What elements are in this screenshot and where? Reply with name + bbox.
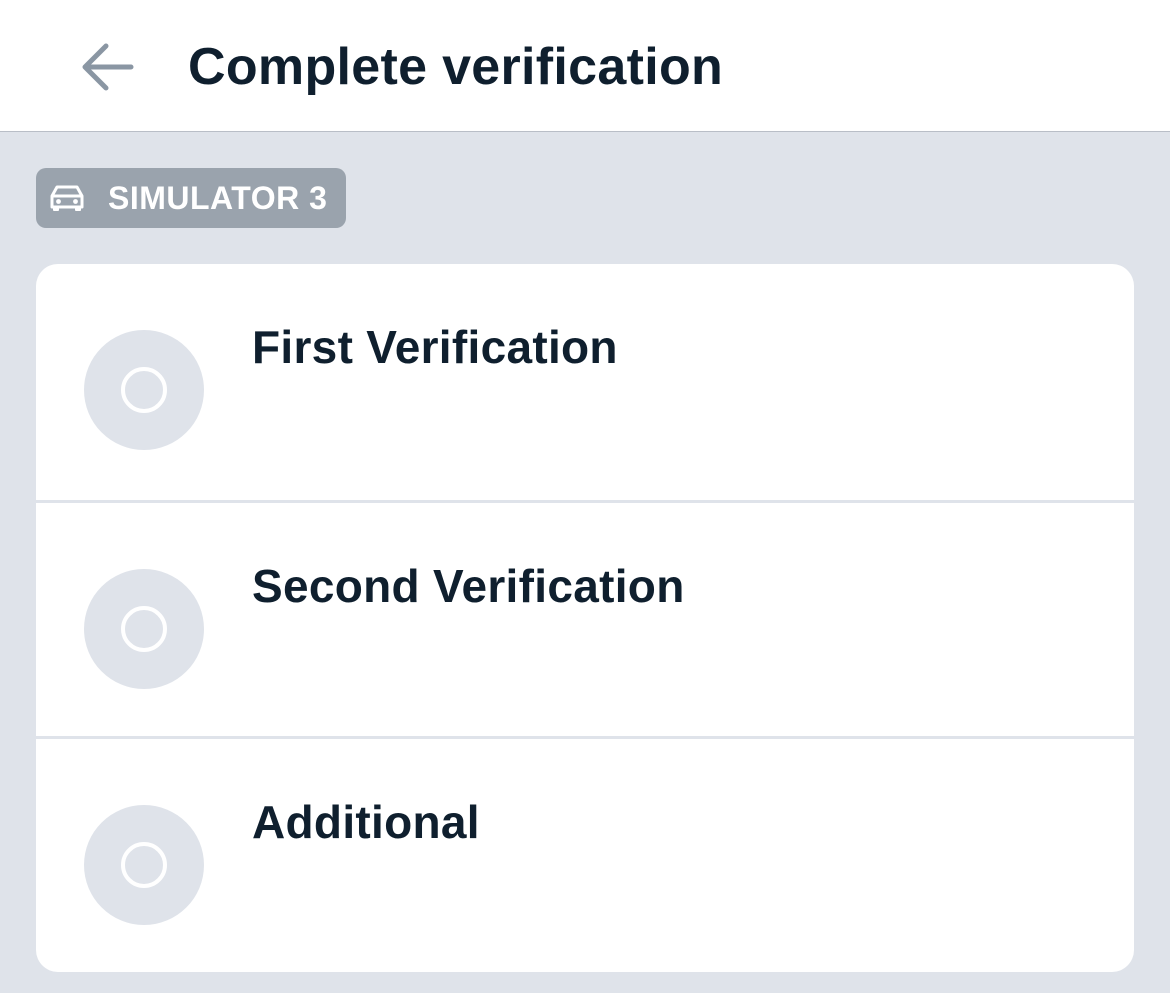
back-button[interactable]: [72, 34, 142, 100]
empty-circle-icon: [121, 842, 167, 888]
page-title: Complete verification: [188, 38, 724, 96]
verification-label: Second Verification: [252, 560, 685, 612]
empty-circle-icon: [121, 606, 167, 652]
arrow-left-icon: [82, 43, 134, 91]
verification-label: Additional: [252, 796, 480, 848]
status-indicator: [84, 805, 204, 925]
app-header: Complete verification: [0, 0, 1170, 132]
badge-label: SIMULATOR 3: [108, 179, 328, 216]
empty-circle-icon: [121, 367, 167, 413]
status-indicator: [84, 569, 204, 689]
verification-item-additional[interactable]: Additional: [36, 736, 1134, 972]
verification-item-second[interactable]: Second Verification: [36, 500, 1134, 736]
verification-list: First Verification Second Verification A…: [36, 264, 1134, 972]
car-icon: [48, 183, 86, 213]
vehicle-badge: SIMULATOR 3: [36, 168, 346, 228]
status-indicator: [84, 330, 204, 450]
verification-label: First Verification: [252, 321, 618, 373]
verification-item-first[interactable]: First Verification: [36, 264, 1134, 500]
